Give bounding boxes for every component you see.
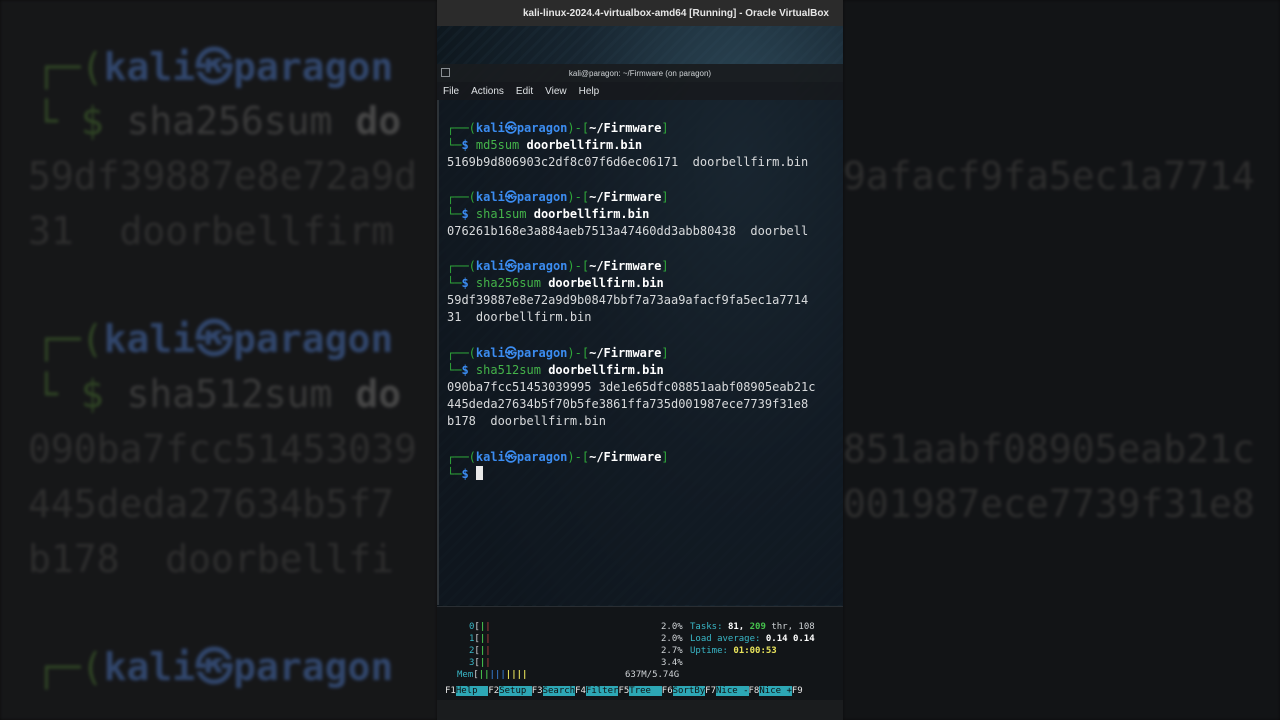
output-line: 076261b168e3a884aeb7513a47460dd3abb80438… xyxy=(447,224,809,238)
terminal-title: kali@paragon: ~/Firmware (on paragon) xyxy=(568,68,712,78)
virtualbox-window: kali-linux-2024.4-virtualbox-amd64 [Runn… xyxy=(437,0,843,720)
output-line: 31 doorbellfirm.bin xyxy=(447,310,592,324)
input-line[interactable]: └─$ xyxy=(447,466,483,483)
prompt-line: ┌──(kali㉿paragon)-[~/Firmware] xyxy=(447,121,669,135)
cpu-meter: 2[|| xyxy=(469,646,491,656)
mem-meter: Mem[||||||||| xyxy=(457,670,528,680)
output-line: 090ba7fcc51453039995 3de1e65dfc08851aabf… xyxy=(447,380,816,394)
text-cursor xyxy=(475,466,483,480)
backdrop-command: └ $ sha512sum do xyxy=(35,372,402,416)
fkey-nice-minus[interactable]: Nice - xyxy=(716,686,749,696)
backdrop-prompt: ┌─(kali㉿paragon xyxy=(35,45,394,89)
backdrop-output: 090ba7fcc51453039 xyxy=(28,427,417,471)
prompt-line: ┌──(kali㉿paragon)-[~/Firmware] xyxy=(447,190,669,204)
menu-view[interactable]: View xyxy=(545,86,567,97)
cpu-meter: 1[|| xyxy=(469,634,491,644)
menu-file[interactable]: File xyxy=(443,86,459,97)
window-menu-icon[interactable] xyxy=(441,68,450,77)
backdrop-left: ┌─(kali㉿paragon └ $ sha256sum do 59df398… xyxy=(0,0,437,720)
backdrop-output: 445deda27634b5f7 xyxy=(28,482,395,526)
output-line: b178 doorbellfirm.bin xyxy=(447,414,606,428)
cpu-percent: 2.0% xyxy=(661,622,683,632)
terminal-menubar: File Actions Edit View Help xyxy=(437,82,843,100)
output-line: 5169b9d806903c2df8c07f6d6ec06171 doorbel… xyxy=(447,155,809,169)
output-line: 59df39887e8e72a9d9b0847bbf7a73aa9afacf9f… xyxy=(447,293,809,307)
fkey-setup[interactable]: Setup xyxy=(499,686,532,696)
fkey-help[interactable]: Help xyxy=(455,686,489,696)
prompt-line: ┌──(kali㉿paragon)-[~/Firmware] xyxy=(447,346,669,360)
tasks-info: Tasks: 81, 209 thr, 108 xyxy=(690,622,815,632)
fkey-filter[interactable]: Filter xyxy=(585,686,619,696)
terminal-titlebar[interactable]: kali@paragon: ~/Firmware (on paragon) xyxy=(437,64,843,82)
cpu-percent: 2.0% xyxy=(661,634,683,644)
prompt-line: ┌──(kali㉿paragon)-[~/Firmware] xyxy=(447,450,669,464)
uptime: Uptime: 01:00:53 xyxy=(690,646,777,656)
backdrop-output: 31 doorbellfirm xyxy=(28,209,395,253)
load-average: Load average: 0.14 0.14 xyxy=(690,634,815,644)
fkey: F1 xyxy=(445,686,456,696)
command-line: └─$ sha1sum doorbellfirm.bin xyxy=(447,207,650,221)
cpu-percent: 2.7% xyxy=(661,646,683,656)
prompt-line: ┌──(kali㉿paragon)-[~/Firmware] xyxy=(447,259,669,273)
fkey-search[interactable]: Search xyxy=(542,686,576,696)
cpu-percent: 3.4% xyxy=(661,658,683,668)
function-key-bar: F1Help F2Setup F3SearchF4FilterF5Tree F6… xyxy=(445,686,803,696)
htop-pane[interactable]: 0[|| 2.0% 1[|| 2.0% 2[|| 2.7% 3[|| 3.4% … xyxy=(437,606,843,701)
fkey-nice-plus[interactable]: Nice + xyxy=(759,686,792,696)
cpu-meter: 3[|| xyxy=(469,658,491,668)
command-line: └─$ sha512sum doorbellfirm.bin xyxy=(447,363,664,377)
fkey-tree[interactable]: Tree xyxy=(629,686,662,696)
command-line: └─$ md5sum doorbellfirm.bin xyxy=(447,138,643,152)
window-title: kali-linux-2024.4-virtualbox-amd64 [Runn… xyxy=(437,0,843,26)
backdrop-output: 851aabf08905eab21c xyxy=(843,427,1255,471)
backdrop-output: b178 doorbellfi xyxy=(28,537,395,581)
output-line: 445deda27634b5f70b5fe3861ffa735d001987ec… xyxy=(447,397,809,411)
menu-actions[interactable]: Actions xyxy=(471,86,504,97)
backdrop-output: 59df39887e8e72a9d xyxy=(28,154,417,198)
mem-value: 637M/5.74G xyxy=(625,670,680,680)
backdrop-right: 9afacf9fa5ec1a7714 851aabf08905eab21c 00… xyxy=(843,0,1280,720)
backdrop-output: 001987ece7739f31e8 xyxy=(843,482,1255,526)
cpu-meter: 0[|| xyxy=(469,622,491,632)
fkey-sortby[interactable]: SortBy xyxy=(672,686,706,696)
terminal-output[interactable]: ┌──(kali㉿paragon)-[~/Firmware] └─$ md5su… xyxy=(437,100,843,605)
virtualbox-statusbar xyxy=(437,700,843,720)
backdrop-prompt: ┌─(kali㉿paragon xyxy=(35,317,394,361)
backdrop-command: └ $ sha256sum do xyxy=(35,99,402,143)
backdrop-prompt: ┌─(kali㉿paragon xyxy=(35,645,394,689)
backdrop-output: 9afacf9fa5ec1a7714 xyxy=(843,154,1255,198)
menu-edit[interactable]: Edit xyxy=(516,86,533,97)
command-line: └─$ sha256sum doorbellfirm.bin xyxy=(447,276,664,290)
menu-help[interactable]: Help xyxy=(579,86,600,97)
